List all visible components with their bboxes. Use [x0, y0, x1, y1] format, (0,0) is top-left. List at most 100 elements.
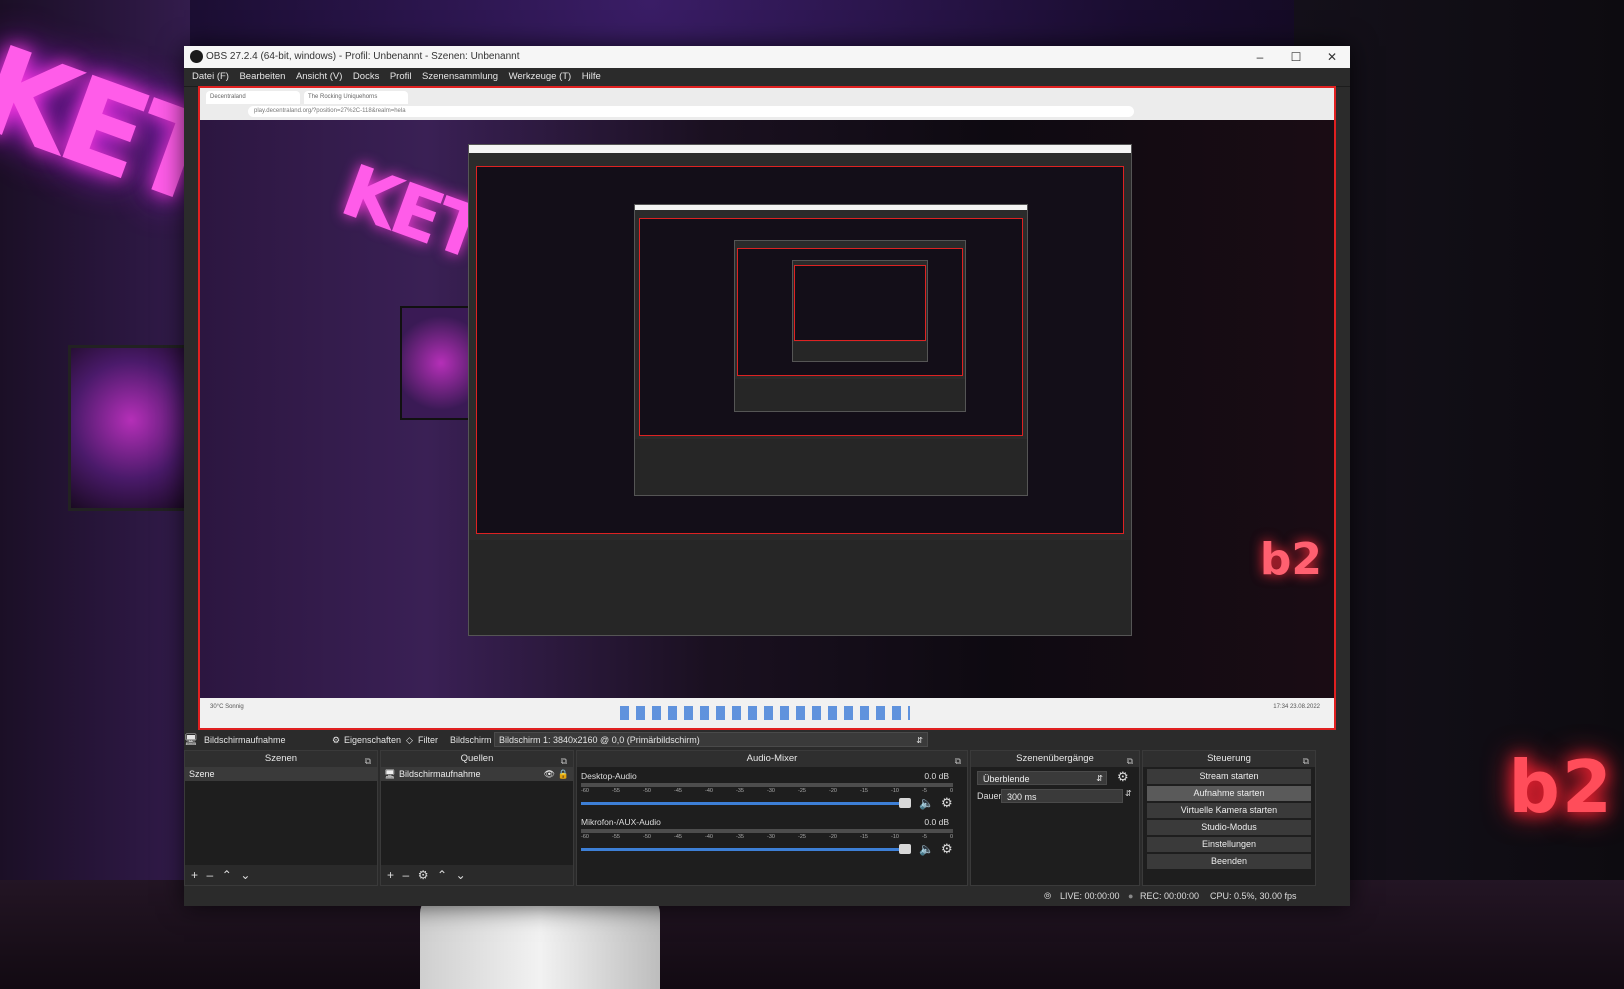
chevron-updown-icon: ⇵ — [1096, 774, 1103, 783]
volume-slider[interactable]: 🔈 ⚙ — [581, 841, 953, 857]
settings-button[interactable]: Einstellungen — [1147, 837, 1311, 852]
gear-icon[interactable]: ⚙ — [1117, 769, 1129, 785]
scene-item[interactable]: Szene — [185, 767, 377, 781]
eye-icon[interactable]: 👁 — [544, 767, 555, 781]
lock-icon[interactable]: 🔒 — [558, 767, 569, 781]
popout-icon[interactable]: ⧉ — [1303, 753, 1309, 769]
selected-source-name: Bildschirmaufnahme — [204, 735, 286, 745]
menu-tools[interactable]: Werkzeuge (T) — [509, 68, 572, 86]
display-select-value: Bildschirm 1: 3840x2160 @ 0,0 (Primärbil… — [499, 735, 700, 745]
gear-icon[interactable]: ⚙ — [941, 841, 953, 857]
status-bar: ⦾ LIVE: 00:00:00 ● REC: 00:00:00 CPU: 0.… — [184, 886, 1350, 906]
avatar-legs — [420, 895, 660, 989]
duration-label: Dauer — [977, 791, 1002, 801]
gear-icon[interactable]: ⚙ — [332, 730, 340, 750]
obs-window: OBS 27.2.4 (64-bit, windows) - Profil: U… — [184, 46, 1350, 906]
mute-icon[interactable]: 🔈 — [919, 842, 934, 856]
display-select[interactable]: Bildschirm 1: 3840x2160 @ 0,0 (Primärbil… — [494, 732, 928, 747]
menu-docks[interactable]: Docks — [353, 68, 379, 86]
menu-edit[interactable]: Bearbeiten — [239, 68, 285, 86]
remove-source-button[interactable]: – — [403, 865, 410, 885]
live-signal-icon: ⦾ — [1044, 891, 1052, 901]
meter-ticks: -60 -55 -50 -45 -40 -35 -30 -25 -20 -15 -10 -5 0 — [581, 788, 953, 794]
filter-icon[interactable]: ◇ — [406, 730, 413, 750]
add-scene-button[interactable]: + — [191, 865, 198, 885]
scenes-dock: Szenen ⧉ Szene + – ⌃ ⌄ — [184, 750, 378, 886]
source-toolbar: 🖥 Bildschirmaufnahme ⚙ Eigenschaften ◇ F… — [184, 730, 1350, 750]
menu-file[interactable]: Datei (F) — [192, 68, 229, 86]
exit-button[interactable]: Beenden — [1147, 854, 1311, 869]
taskbar-icons — [620, 706, 910, 720]
channel-name: Desktop-Audio — [581, 771, 637, 781]
browser-url: play.decentraland.org/?position=27%2C-11… — [248, 106, 1134, 117]
minimize-button[interactable]: – — [1242, 46, 1278, 68]
spinbox-arrows-icon[interactable]: ⇵ — [1125, 789, 1132, 798]
controls-title: Steuerung — [1207, 753, 1251, 764]
source-item-label: Bildschirmaufnahme — [399, 769, 481, 779]
scene-b2-sign: b2 — [1259, 534, 1322, 585]
transitions-title: Szenenübergänge — [1016, 753, 1094, 764]
slider-handle[interactable] — [899, 844, 911, 854]
properties-button[interactable]: Eigenschaften — [344, 730, 401, 750]
channel-db: 0.0 dB — [924, 817, 949, 827]
mixer-channel-desktop: Desktop-Audio 0.0 dB -60 -55 -50 -45 -40 -35 -3… — [581, 771, 953, 811]
move-up-button[interactable]: ⌃ — [437, 865, 447, 885]
move-up-button[interactable]: ⌃ — [222, 865, 232, 885]
transition-select[interactable]: Überblende ⇵ — [977, 771, 1107, 785]
remove-scene-button[interactable]: – — [207, 865, 214, 885]
menu-view[interactable]: Ansicht (V) — [296, 68, 342, 86]
nested-obs-window — [792, 260, 928, 362]
duration-value: 300 ms — [1007, 792, 1037, 802]
audio-mixer-dock: Audio-Mixer ⧉ Desktop-Audio 0.0 dB -60 -55-… — [576, 750, 968, 886]
filter-button[interactable]: Filter — [418, 730, 438, 750]
browser-tab: The Rocking Uniquehorns — [304, 91, 408, 104]
slider-handle[interactable] — [899, 798, 911, 808]
taskbar-clock: 17:34 23.08.2022 — [1273, 704, 1320, 710]
mixer-channel-mic: Mikrofon-/AUX-Audio 0.0 dB -60 -55 -50 -45 -4… — [581, 817, 953, 857]
start-virtual-camera-button[interactable]: Virtuelle Kamera starten — [1147, 803, 1311, 818]
start-recording-button[interactable]: Aufnahme starten — [1147, 786, 1311, 801]
gear-icon[interactable]: ⚙ — [941, 795, 953, 811]
studio-mode-button[interactable]: Studio-Modus — [1147, 820, 1311, 835]
add-source-button[interactable]: + — [387, 865, 394, 885]
source-item[interactable]: 🖥 Bildschirmaufnahme 👁 🔒 — [381, 767, 573, 781]
background-b2-sign: b2 — [1508, 745, 1614, 829]
channel-name: Mikrofon-/AUX-Audio — [581, 817, 661, 827]
monitor-icon: 🖥 — [184, 734, 198, 746]
menu-scene-collection[interactable]: Szenensammlung — [422, 68, 498, 86]
volume-slider[interactable]: 🔈 ⚙ — [581, 795, 953, 811]
controls-dock: Steuerung ⧉ Stream starten Aufnahme start… — [1142, 750, 1316, 886]
rec-time: REC: 00:00:00 — [1140, 891, 1200, 901]
captured-taskbar: 30°C Sonnig 17:34 23.08.2022 — [200, 698, 1334, 728]
cpu-fps: CPU: 0.5%, 30.00 fps — [1210, 891, 1297, 901]
source-settings-button[interactable]: ⚙ — [418, 865, 429, 885]
maximize-button[interactable]: ☐ — [1278, 46, 1314, 68]
live-time: LIVE: 00:00:00 — [1060, 891, 1120, 901]
move-down-button[interactable]: ⌄ — [456, 865, 466, 885]
popout-icon[interactable]: ⧉ — [1127, 753, 1133, 769]
menu-help[interactable]: Hilfe — [582, 68, 601, 86]
menu-bar: Datei (F) Bearbeiten Ansicht (V) Docks P… — [184, 68, 1350, 87]
volume-meter — [581, 783, 953, 787]
browser-tab: Decentraland — [206, 91, 300, 104]
preview-canvas[interactable]: Decentraland The Rocking Uniquehorns pla… — [198, 86, 1336, 730]
sources-title: Quellen — [460, 753, 494, 764]
mixer-title: Audio-Mixer — [746, 753, 798, 764]
duration-input[interactable]: 300 ms — [1001, 789, 1123, 803]
record-dot-icon: ● — [1128, 891, 1134, 901]
title-bar[interactable]: OBS 27.2.4 (64-bit, windows) - Profil: U… — [184, 46, 1350, 68]
meter-ticks: -60 -55 -50 -45 -40 -35 -30 -25 -20 -15 -10 -5 0 — [581, 834, 953, 840]
menu-profile[interactable]: Profil — [390, 68, 412, 86]
popout-icon[interactable]: ⧉ — [955, 753, 961, 769]
window-title: OBS 27.2.4 (64-bit, windows) - Profil: U… — [206, 51, 520, 62]
mute-icon[interactable]: 🔈 — [919, 796, 934, 810]
monitor-icon: 🖥 — [384, 769, 396, 779]
captured-browser-bar: Decentraland The Rocking Uniquehorns pla… — [200, 88, 1334, 120]
volume-meter — [581, 829, 953, 833]
move-down-button[interactable]: ⌄ — [240, 865, 250, 885]
sources-dock: Quellen ⧉ 🖥 Bildschirmaufnahme 👁 🔒 + – ⚙ … — [380, 750, 574, 886]
start-stream-button[interactable]: Stream starten — [1147, 769, 1311, 784]
transitions-dock: Szenenübergänge ⧉ Überblende ⇵ ⚙ Dauer 30… — [970, 750, 1140, 886]
obs-logo-icon — [190, 50, 203, 63]
close-button[interactable]: ✕ — [1314, 46, 1350, 68]
